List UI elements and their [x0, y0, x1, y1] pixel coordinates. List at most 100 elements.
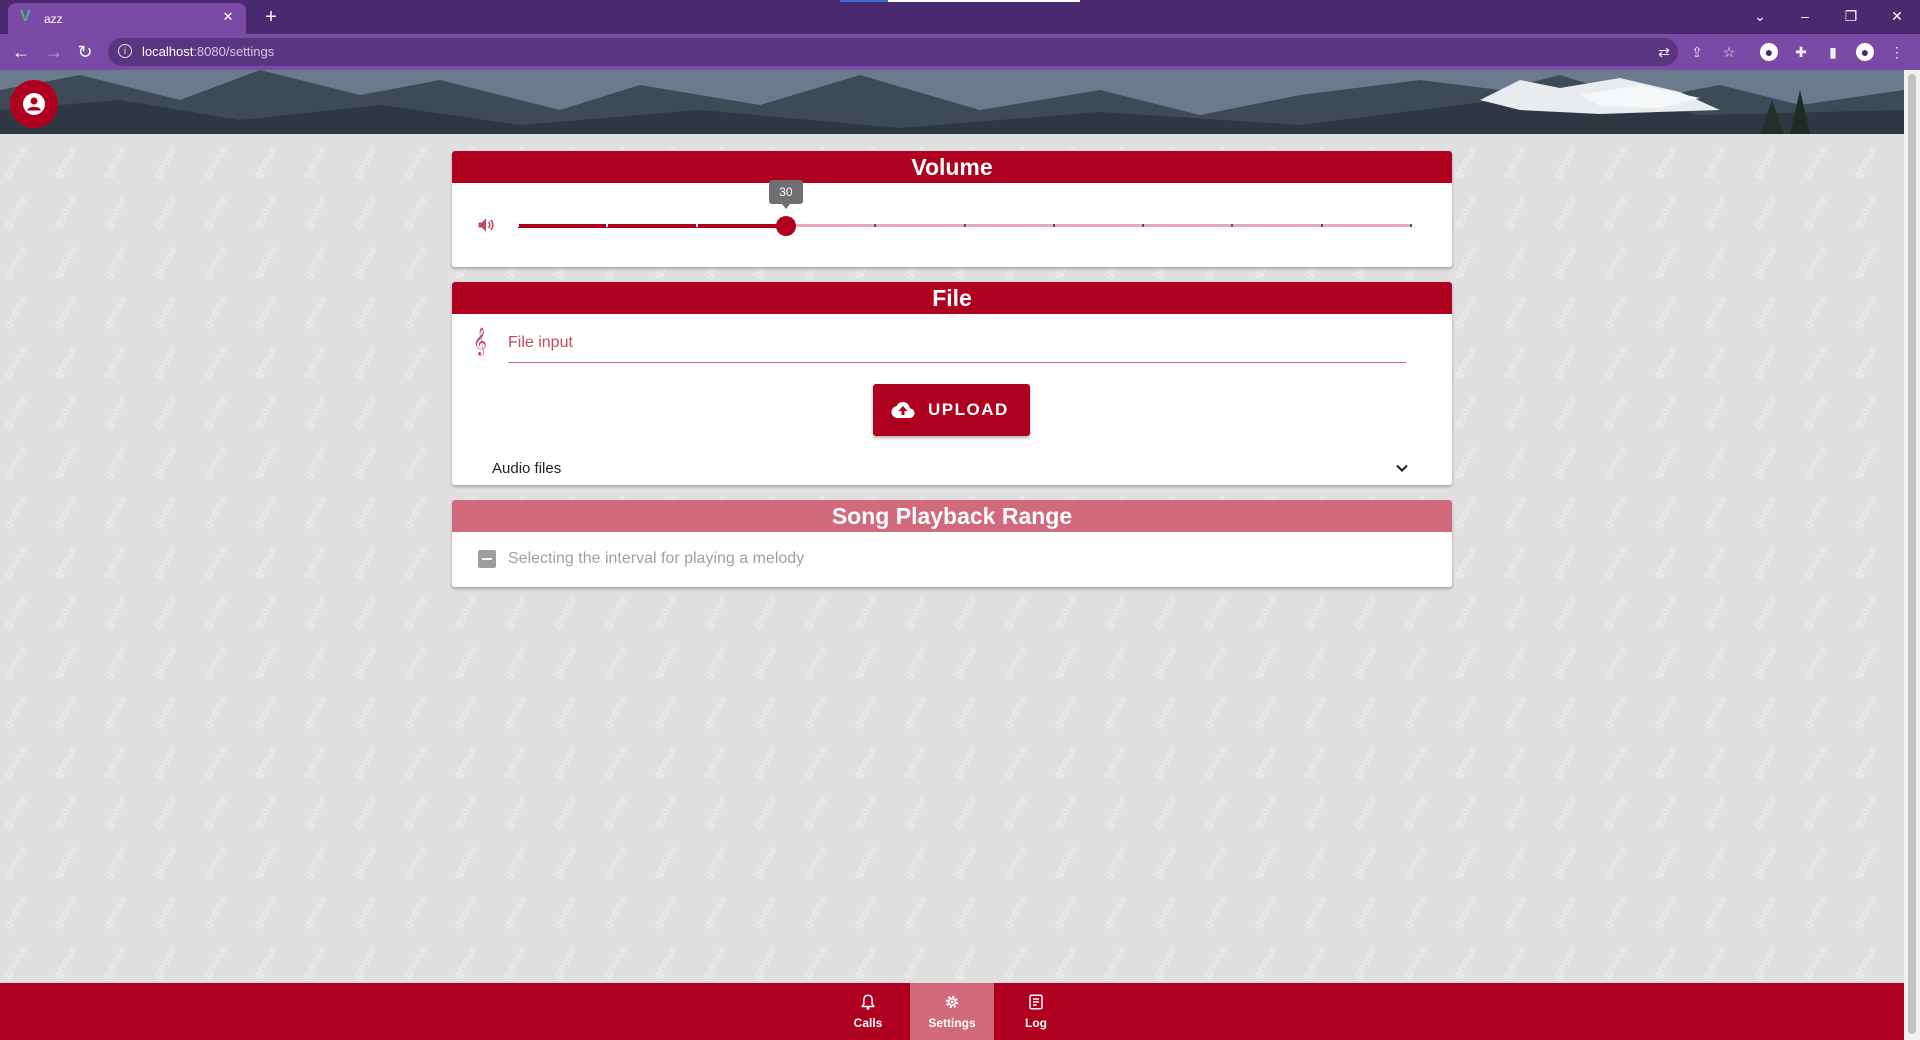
watermark-text: goose [300, 843, 330, 881]
watermark-text: goose [650, 793, 680, 831]
watermark-text: goose [1550, 293, 1580, 331]
watermark-text: goose [750, 743, 780, 781]
reload-button[interactable]: ↻ [73, 40, 97, 64]
watermark-text: goose [1650, 593, 1680, 631]
volume-slider[interactable]: 30 [517, 180, 1412, 236]
watermark-text: goose [1550, 743, 1580, 781]
watermark-text: goose [50, 293, 80, 331]
watermark-text: goose [400, 443, 430, 481]
watermark-text: goose [100, 193, 130, 231]
bell-icon [861, 994, 875, 1010]
watermark-text: goose [1700, 393, 1730, 431]
page-scrollbar[interactable] [1904, 70, 1920, 1040]
watermark-text: goose [200, 643, 230, 681]
watermark-text: goose [550, 593, 580, 631]
watermark-text: goose [1700, 243, 1730, 281]
nav-calls[interactable]: Calls [826, 983, 910, 1040]
close-tab-icon[interactable]: ✕ [220, 9, 236, 25]
volume-icon[interactable] [476, 215, 496, 235]
extensions-puzzle-icon[interactable]: ✚ [1792, 43, 1810, 61]
watermark-text: goose [0, 543, 30, 581]
volume-slider-thumb[interactable] [775, 216, 796, 236]
watermark-text: goose [650, 843, 680, 881]
watermark-text: goose [1100, 843, 1130, 881]
watermark-text: goose [1600, 293, 1630, 331]
tab-search-icon[interactable]: ⌄ [1740, 4, 1780, 28]
watermark-text: goose [1750, 493, 1780, 531]
address-bar[interactable]: i localhost:8080/settings [108, 38, 1678, 66]
volume-slider-tick [1320, 224, 1323, 227]
watermark-text: goose [550, 793, 580, 831]
new-tab-button[interactable]: + [260, 6, 282, 28]
watermark-text: goose [400, 543, 430, 581]
extension-icon[interactable]: ● [1760, 43, 1778, 61]
watermark-text: goose [100, 593, 130, 631]
volume-slider-tick [606, 224, 609, 227]
minimize-button[interactable]: – [1785, 4, 1825, 28]
watermark-text: goose [950, 843, 980, 881]
bottom-navigation: Calls Settings Log [0, 983, 1904, 1040]
watermark-text: goose [350, 443, 380, 481]
watermark-text: goose [200, 193, 230, 231]
watermark-text: goose [300, 593, 330, 631]
forward-button[interactable]: → [42, 40, 66, 64]
close-window-button[interactable]: ✕ [1877, 4, 1917, 28]
watermark-text: goose [600, 643, 630, 681]
watermark-text: goose [400, 743, 430, 781]
side-panel-icon[interactable]: ▮ [1824, 43, 1842, 61]
watermark-text: goose [1800, 143, 1830, 181]
browser-toolbar: ← → ↻ i localhost:8080/settings ⇄ ⇪ ☆ ● … [0, 34, 1920, 70]
watermark-text: goose [1700, 293, 1730, 331]
watermark-text: goose [1750, 293, 1780, 331]
scrollbar-thumb[interactable] [1908, 74, 1916, 1034]
watermark-text: goose [450, 743, 480, 781]
nav-log[interactable]: Log [994, 983, 1078, 1040]
profile-icon[interactable]: ● [1856, 43, 1874, 61]
watermark-text: goose [1850, 293, 1880, 331]
watermark-text: goose [300, 243, 330, 281]
watermark-text: goose [1600, 643, 1630, 681]
watermark-text: goose [1550, 593, 1580, 631]
watermark-text: goose [1650, 393, 1680, 431]
watermark-text: goose [0, 143, 30, 181]
watermark-text: goose [1250, 893, 1280, 931]
watermark-text: goose [1400, 643, 1430, 681]
browser-menu-icon[interactable]: ⋮ [1888, 43, 1906, 61]
watermark-text: goose [700, 793, 730, 831]
watermark-text: goose [1500, 743, 1530, 781]
nav-settings[interactable]: Settings [910, 983, 994, 1040]
watermark-text: goose [900, 843, 930, 881]
watermark-text: goose [1550, 393, 1580, 431]
share-icon[interactable]: ⇪ [1688, 43, 1706, 61]
watermark-text: goose [1700, 943, 1730, 981]
site-info-icon[interactable]: i [118, 44, 132, 58]
audio-files-expansion-panel[interactable]: Audio files [452, 444, 1452, 492]
restore-button[interactable]: ❐ [1831, 4, 1871, 28]
watermark-text: goose [650, 643, 680, 681]
browser-tab[interactable]: V azz ✕ [8, 3, 246, 34]
watermark-text: goose [800, 643, 830, 681]
watermark-text: goose [1300, 943, 1330, 981]
watermark-text: goose [1850, 143, 1880, 181]
watermark-text: goose [400, 243, 430, 281]
watermark-text: goose [1700, 443, 1730, 481]
watermark-text: goose [1700, 493, 1730, 531]
watermark-text: goose [200, 843, 230, 881]
file-input[interactable]: File input [508, 324, 1406, 363]
watermark-text: goose [150, 143, 180, 181]
log-icon [1029, 994, 1043, 1010]
watermark-text: goose [150, 593, 180, 631]
watermark-text: goose [1500, 293, 1530, 331]
upload-button[interactable]: UPLOAD [873, 384, 1030, 436]
account-button[interactable] [10, 80, 58, 128]
watermark-text: goose [1450, 593, 1480, 631]
watermark-text: goose [1750, 943, 1780, 981]
watermark-text: goose [1750, 243, 1780, 281]
watermark-text: goose [1200, 843, 1230, 881]
back-button[interactable]: ← [9, 40, 33, 64]
watermark-text: goose [50, 743, 80, 781]
translate-icon[interactable]: ⇄ [1655, 43, 1673, 61]
watermark-text: goose [1650, 943, 1680, 981]
bookmark-star-icon[interactable]: ☆ [1720, 43, 1738, 61]
playback-range-checkbox[interactable] [478, 550, 496, 568]
